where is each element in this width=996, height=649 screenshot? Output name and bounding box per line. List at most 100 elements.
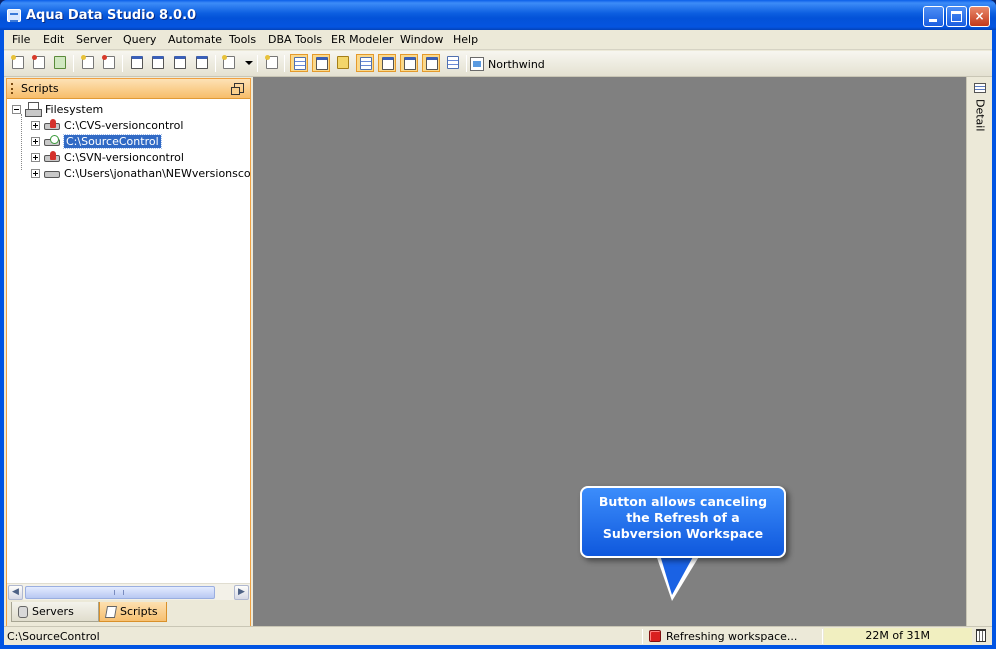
menu-file[interactable]: File [10, 33, 32, 46]
drag-grip-icon[interactable] [11, 83, 14, 94]
panel-title: Scripts [21, 82, 59, 95]
close-button[interactable]: × [969, 6, 990, 27]
cvs-drive-icon [44, 119, 60, 131]
query-window-icon [131, 56, 143, 69]
tab-label: Scripts [120, 605, 158, 618]
garbage-collect-icon[interactable] [976, 629, 986, 642]
window-title: Aqua Data Studio 8.0.0 [26, 8, 197, 23]
memory-indicator[interactable]: 22M of 31M [824, 628, 972, 645]
procedure-editor-button[interactable] [171, 54, 189, 72]
filesystem-icon [25, 102, 42, 117]
horizontal-scrollbar[interactable]: ◀ ▶ [7, 583, 250, 600]
status-bar: C:\SourceControl Refreshing workspace...… [4, 626, 992, 645]
split-view-icon [382, 57, 394, 70]
columns-icon [404, 57, 416, 70]
view-grid-button[interactable] [290, 54, 308, 72]
tree-item-label: C:\SourceControl [63, 133, 162, 149]
table-editor-icon [196, 56, 208, 69]
disconnect-button[interactable] [100, 54, 118, 72]
tab-scripts[interactable]: Scripts [99, 602, 167, 622]
toolbar-separator [122, 55, 123, 72]
view-split-button[interactable] [378, 54, 396, 72]
tree-item-label: Filesystem [45, 102, 104, 116]
view-chart-button[interactable] [422, 54, 440, 72]
app-window: Aqua Data Studio 8.0.0 × File Edit Serve… [0, 0, 996, 649]
maximize-button[interactable] [946, 6, 967, 27]
detail-tab-label[interactable]: Detail [974, 99, 987, 131]
scroll-left-button[interactable]: ◀ [8, 585, 23, 600]
server-selector[interactable]: Northwind [470, 54, 545, 74]
schema-dropdown-button[interactable] [241, 54, 253, 72]
view-table-button[interactable] [356, 54, 374, 72]
menu-help[interactable]: Help [451, 33, 480, 46]
collapse-icon[interactable] [12, 104, 21, 114]
title-bar[interactable]: Aqua Data Studio 8.0.0 × [0, 0, 996, 30]
menu-bar: File Edit Server Query Automate Tools DB… [4, 30, 992, 50]
connect-icon [81, 55, 94, 69]
new-script-button[interactable] [9, 54, 27, 72]
view-columns-button[interactable] [400, 54, 418, 72]
menu-dba-tools[interactable]: DBA Tools [266, 33, 324, 46]
menu-edit[interactable]: Edit [41, 33, 66, 46]
query-analyzer-icon [152, 56, 164, 69]
query-window-button[interactable] [128, 54, 146, 72]
query-analyzer-button[interactable] [149, 54, 167, 72]
schema-button[interactable] [220, 54, 238, 72]
tree-item[interactable]: C:\CVS-versioncontrol [31, 117, 183, 133]
scripts-panel-header[interactable]: Scripts [7, 79, 250, 99]
database-button[interactable] [334, 54, 352, 72]
expand-icon[interactable] [31, 168, 40, 178]
view-list-button[interactable] [444, 54, 462, 72]
tab-servers[interactable]: Servers [11, 602, 99, 622]
annotation-callout: Button allows canceling the Refresh of a… [580, 486, 786, 558]
client-area: File Edit Server Query Automate Tools DB… [4, 30, 992, 645]
source-drive-icon [44, 135, 60, 147]
drive-icon [44, 167, 60, 179]
tree-item[interactable]: C:\SVN-versioncontrol [31, 149, 184, 165]
toolbar-separator [73, 55, 74, 72]
tree-root-filesystem[interactable]: Filesystem [12, 101, 103, 117]
print-button[interactable] [263, 54, 281, 72]
toolbar-separator [257, 55, 258, 72]
list-icon [447, 56, 459, 69]
tree-view-icon [316, 57, 328, 70]
scroll-right-button[interactable]: ▶ [234, 585, 249, 600]
menu-query[interactable]: Query [121, 33, 158, 46]
status-separator [642, 629, 643, 644]
new-script-icon [11, 55, 24, 69]
menu-server[interactable]: Server [74, 33, 114, 46]
register-server-button[interactable] [51, 54, 69, 72]
scrollbar-thumb[interactable] [25, 586, 215, 599]
new-query-icon [32, 55, 45, 69]
restore-icon[interactable] [231, 83, 244, 95]
chart-icon [426, 57, 438, 70]
menu-er-modeler[interactable]: ER Modeler [329, 33, 395, 46]
cancel-refresh-button[interactable] [649, 630, 661, 642]
panel-tabs: Servers Scripts [7, 600, 250, 626]
menu-tools[interactable]: Tools [227, 33, 258, 46]
procedure-editor-icon [174, 56, 186, 69]
detail-dock[interactable]: Detail [966, 77, 992, 626]
menu-window[interactable]: Window [398, 33, 445, 46]
connect-button[interactable] [79, 54, 97, 72]
database-icon [337, 56, 349, 69]
app-logo-icon [7, 9, 21, 22]
callout-line: Subversion Workspace [602, 526, 764, 541]
register-server-icon [54, 56, 66, 69]
tab-label: Servers [32, 605, 74, 618]
tree-connector [21, 114, 22, 170]
tree-item[interactable]: C:\Users\jonathan\NEWversionscontr [31, 165, 250, 181]
tree-item[interactable]: C:\SourceControl [31, 133, 162, 149]
view-tree-button[interactable] [312, 54, 330, 72]
minimize-button[interactable] [923, 6, 944, 27]
new-query-button[interactable] [30, 54, 48, 72]
expand-icon[interactable] [31, 152, 40, 162]
status-activity: Refreshing workspace... [666, 630, 798, 643]
menu-automate[interactable]: Automate [166, 33, 224, 46]
expand-icon[interactable] [31, 120, 40, 130]
expand-icon[interactable] [31, 136, 40, 146]
schema-icon [222, 55, 235, 69]
scripts-icon [104, 606, 118, 618]
table-editor-button[interactable] [193, 54, 211, 72]
toolbar: Northwind [4, 51, 992, 77]
